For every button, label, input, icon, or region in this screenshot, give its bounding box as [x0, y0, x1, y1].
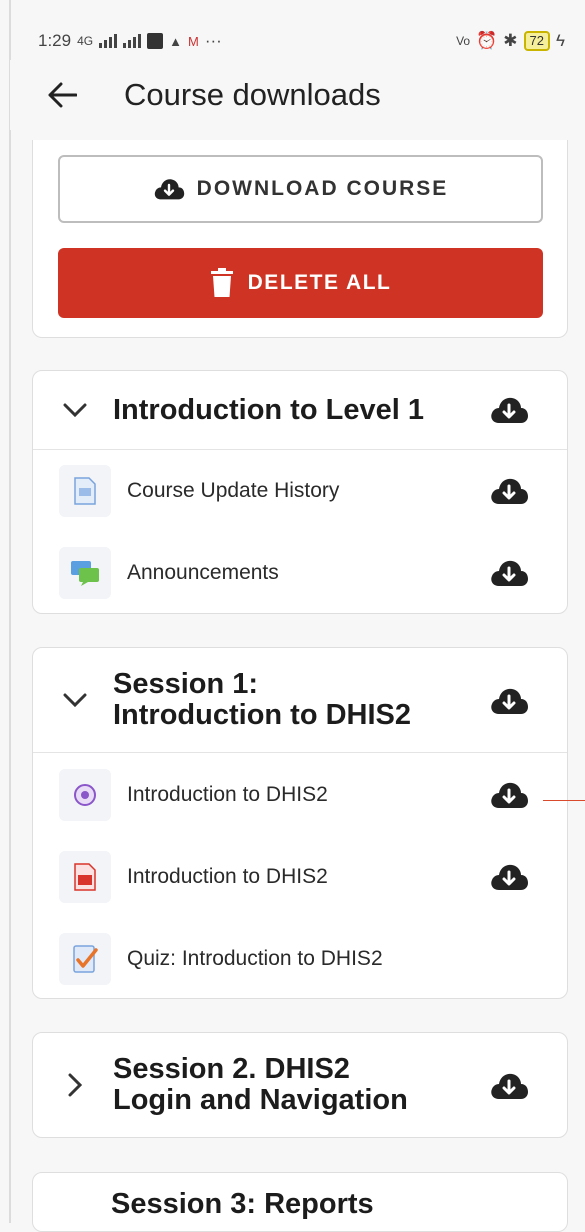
signal-icon-2: [123, 34, 142, 48]
drive-icon: ▲: [169, 33, 182, 49]
cloud-download-icon: [154, 179, 184, 200]
page-edge: [9, 0, 11, 1223]
cloud-download-icon[interactable]: [489, 780, 529, 810]
section-card: Session 1: Introduction to DHIS2 Introdu…: [32, 647, 568, 999]
back-arrow-icon: [48, 82, 77, 108]
cloud-download-icon[interactable]: [489, 395, 529, 425]
more-notifications-icon: ···: [204, 31, 222, 50]
delete-all-label: DELETE ALL: [247, 271, 392, 294]
chevron-right-icon[interactable]: [57, 1067, 93, 1103]
section-header[interactable]: Session 1: Introduction to DHIS2: [33, 648, 567, 753]
forum-icon: [59, 547, 111, 599]
section-card[interactable]: Session 3: Reports: [32, 1172, 568, 1232]
item-label: Quiz: Introduction to DHIS2: [127, 947, 383, 970]
section-title: Session 1: Introduction to DHIS2: [113, 669, 453, 731]
cloud-download-icon[interactable]: [489, 1071, 529, 1101]
download-course-label: DOWNLOAD COURSE: [196, 177, 449, 200]
list-item[interactable]: Course Update History: [33, 450, 567, 532]
status-bar: 1:29 4G ▲ M ··· Vo ⏰ ✱ 72 ϟ: [38, 28, 565, 54]
list-item[interactable]: Announcements: [33, 532, 567, 614]
download-course-button[interactable]: DOWNLOAD COURSE: [58, 155, 543, 223]
section-title-line: Login and Navigation: [113, 1084, 408, 1116]
list-item[interactable]: Quiz: Introduction to DHIS2: [33, 918, 567, 1000]
section-card: Introduction to Level 1 Course Update Hi…: [32, 370, 568, 614]
list-item[interactable]: Introduction to DHIS2: [33, 754, 567, 836]
bluetooth-icon: ✱: [503, 31, 518, 50]
item-label: Announcements: [127, 561, 279, 584]
section-title-line: Session 2. DHIS2: [113, 1053, 350, 1085]
cloud-download-icon[interactable]: [489, 476, 529, 506]
alarm-icon: ⏰: [476, 31, 498, 50]
signal-icon: [99, 34, 118, 48]
section-title-line: Introduction to DHIS2: [113, 699, 412, 731]
section-title-line: Session 1:: [113, 668, 259, 700]
page-title: Course downloads: [124, 77, 381, 112]
scorm-icon: [59, 769, 111, 821]
item-label: Introduction to DHIS2: [127, 865, 328, 888]
section-title: Session 2. DHIS2 Login and Navigation: [113, 1054, 453, 1116]
cloud-download-icon[interactable]: [489, 686, 529, 716]
back-button[interactable]: [40, 73, 84, 117]
section-title: Session 3: Reports: [111, 1188, 374, 1220]
section-header[interactable]: Session 2. DHIS2 Login and Navigation: [33, 1033, 567, 1137]
charging-icon: ϟ: [556, 31, 565, 50]
download-actions-card: DOWNLOAD COURSE DELETE ALL: [32, 140, 568, 338]
section-title: Introduction to Level 1: [113, 393, 424, 426]
delete-all-button[interactable]: DELETE ALL: [58, 248, 543, 318]
battery-indicator: 72: [523, 31, 550, 51]
chevron-down-icon[interactable]: [57, 392, 93, 428]
status-time: 1:29: [38, 31, 72, 50]
tiktok-icon: [147, 33, 164, 49]
item-label: Course Update History: [127, 479, 340, 502]
accent-line: [543, 800, 585, 801]
cloud-download-icon[interactable]: [489, 862, 529, 892]
quiz-icon: [59, 933, 111, 985]
cloud-download-icon[interactable]: [489, 558, 529, 588]
gmail-icon: M: [187, 33, 199, 49]
item-label: Introduction to DHIS2: [127, 783, 328, 806]
chevron-down-icon[interactable]: [57, 682, 93, 718]
network-type: 4G: [77, 34, 94, 48]
trash-icon: [210, 268, 233, 297]
section-card: Session 2. DHIS2 Login and Navigation: [32, 1032, 568, 1138]
pdf-icon: [59, 851, 111, 903]
volte-icon: Vo: [456, 34, 471, 48]
section-header[interactable]: Introduction to Level 1: [33, 371, 567, 450]
list-item[interactable]: Introduction to DHIS2: [33, 836, 567, 918]
page-icon: [59, 465, 111, 517]
app-header: Course downloads: [10, 60, 585, 130]
